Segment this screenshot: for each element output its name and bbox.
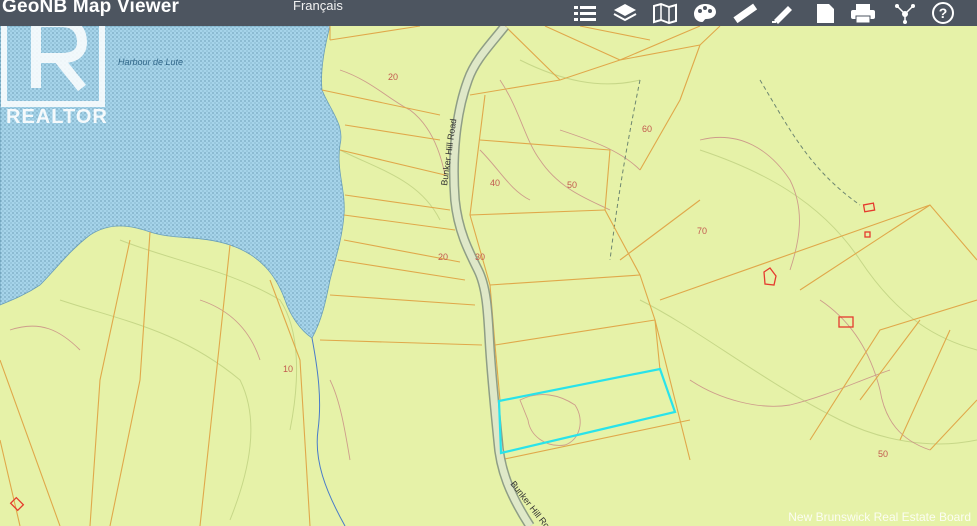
print-button[interactable] (846, 0, 880, 26)
ruler-icon (733, 3, 758, 24)
contour-label: 20 (388, 72, 398, 82)
list-button[interactable] (568, 0, 602, 26)
basemap-icon (653, 2, 677, 24)
watermark-credit: New Brunswick Real Estate Board (788, 510, 971, 524)
draw-button[interactable] (766, 0, 800, 26)
svg-text:?: ? (939, 5, 948, 21)
contour-label: 20 (438, 252, 448, 262)
style-button[interactable] (688, 0, 722, 26)
measure-button[interactable] (728, 0, 762, 26)
help-icon: ? (932, 2, 954, 24)
app-title: GeoNB Map Viewer (2, 0, 180, 17)
water-label: Harbour de Lute (118, 57, 183, 67)
contour-label: 10 (283, 364, 293, 374)
contour-label: 50 (567, 180, 577, 190)
share-button[interactable] (888, 0, 922, 26)
contour-label: 30 (475, 252, 485, 262)
contour-label: 40 (490, 178, 500, 188)
layers-icon (613, 4, 637, 22)
contour-label: 50 (878, 449, 888, 459)
layers-button[interactable] (608, 0, 642, 26)
realtor-logo-text: REALTOR (6, 106, 108, 128)
contour-label: 70 (697, 226, 707, 236)
contour-label: 60 (642, 124, 652, 134)
map-canvas[interactable]: 20 40 50 60 70 20 30 10 50 Harbour de Lu… (0, 0, 977, 526)
document-icon (817, 4, 834, 23)
top-toolbar: GeoNB Map Viewer Français ? (0, 0, 977, 26)
print-icon (851, 4, 875, 24)
basemap-button[interactable] (648, 0, 682, 26)
report-button[interactable] (808, 0, 842, 26)
list-icon (574, 6, 596, 21)
language-toggle-link[interactable]: Français (293, 0, 343, 13)
palette-icon (694, 4, 716, 22)
draw-icon (772, 6, 792, 24)
help-button[interactable]: ? (926, 0, 960, 26)
share-icon (895, 4, 915, 24)
